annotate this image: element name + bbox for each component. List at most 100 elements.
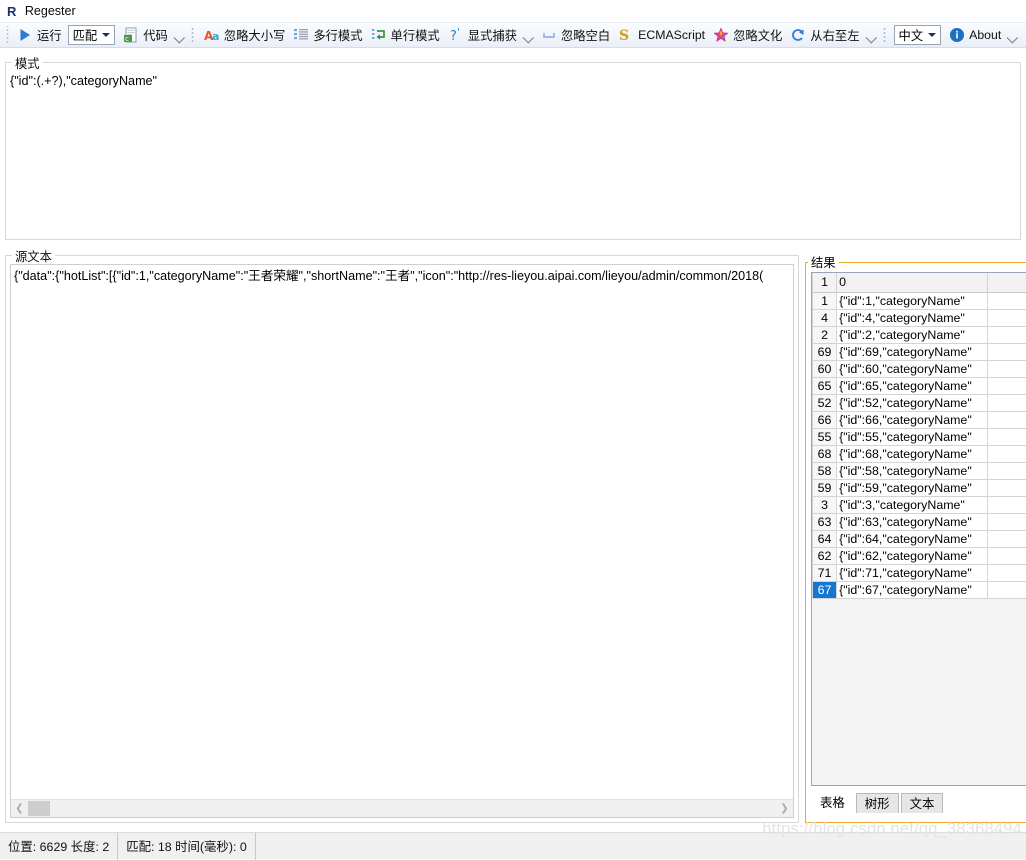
chevron-down-icon: [102, 33, 110, 37]
row-index-cell[interactable]: 66: [813, 411, 837, 428]
explicit-capture-toggle[interactable]: ? ' 显式捕获: [445, 25, 520, 46]
row-index-cell[interactable]: 2: [813, 326, 837, 343]
table-row[interactable]: 52{"id":52,"categoryName": [813, 394, 1026, 411]
column-header-pad[interactable]: [987, 273, 1026, 292]
toolbar-separator-1: [191, 27, 197, 44]
table-row[interactable]: 64{"id":64,"categoryName": [813, 530, 1026, 547]
row-index-cell[interactable]: 67: [813, 581, 837, 598]
row-value-cell[interactable]: {"id":69,"categoryName": [837, 343, 988, 360]
singleline-toggle[interactable]: 单行模式: [368, 25, 443, 46]
row-value-cell[interactable]: {"id":68,"categoryName": [837, 445, 988, 462]
row-value-cell[interactable]: {"id":71,"categoryName": [837, 564, 988, 581]
row-index-cell[interactable]: 3: [813, 496, 837, 513]
whitespace-icon: [541, 27, 557, 43]
result-tab-1[interactable]: 表格: [811, 791, 854, 813]
row-index-cell[interactable]: 58: [813, 462, 837, 479]
scroll-right-icon[interactable]: ❯: [776, 801, 793, 817]
ecmascript-toggle[interactable]: S ECMAScript: [615, 25, 708, 46]
row-value-cell[interactable]: {"id":1,"categoryName": [837, 292, 988, 309]
row-value-cell[interactable]: {"id":67,"categoryName": [837, 581, 988, 598]
table-row[interactable]: 60{"id":60,"categoryName": [813, 360, 1026, 377]
scrollbar-track[interactable]: [50, 801, 776, 816]
question-mark-icon: ? ': [448, 27, 464, 43]
row-value-cell[interactable]: {"id":62,"categoryName": [837, 547, 988, 564]
table-row[interactable]: 4{"id":4,"categoryName": [813, 309, 1026, 326]
row-value-cell[interactable]: {"id":63,"categoryName": [837, 513, 988, 530]
table-row[interactable]: 62{"id":62,"categoryName": [813, 547, 1026, 564]
scrollbar-thumb[interactable]: [28, 801, 50, 816]
table-row[interactable]: 63{"id":63,"categoryName": [813, 513, 1026, 530]
row-value-cell[interactable]: {"id":64,"categoryName": [837, 530, 988, 547]
mode-dropdown[interactable]: 匹配: [68, 25, 116, 45]
row-value-cell[interactable]: {"id":65,"categoryName": [837, 377, 988, 394]
about-button-label: About: [969, 28, 1001, 42]
toolbar-overflow-button-3[interactable]: [867, 26, 877, 44]
table-row[interactable]: 59{"id":59,"categoryName": [813, 479, 1026, 496]
table-row[interactable]: 55{"id":55,"categoryName": [813, 428, 1026, 445]
row-pad-cell: [987, 564, 1026, 581]
result-tab-3[interactable]: 文本: [901, 793, 944, 813]
row-index-cell[interactable]: 59: [813, 479, 837, 496]
row-index-cell[interactable]: 64: [813, 530, 837, 547]
window-title: Regester: [25, 4, 76, 18]
row-value-cell[interactable]: {"id":2,"categoryName": [837, 326, 988, 343]
right-to-left-toggle[interactable]: 从右至左: [787, 25, 862, 46]
code-button[interactable]: c 代码: [120, 25, 171, 46]
table-row[interactable]: 67{"id":67,"categoryName": [813, 581, 1026, 598]
multiline-toggle[interactable]: 多行模式: [290, 25, 365, 46]
row-index-cell[interactable]: 62: [813, 547, 837, 564]
table-row[interactable]: 1{"id":1,"categoryName": [813, 292, 1026, 309]
toolbar-overflow-button-4[interactable]: [1008, 26, 1018, 44]
table-row[interactable]: 2{"id":2,"categoryName": [813, 326, 1026, 343]
about-button[interactable]: About: [946, 25, 1004, 46]
table-row[interactable]: 66{"id":66,"categoryName": [813, 411, 1026, 428]
row-value-cell[interactable]: {"id":55,"categoryName": [837, 428, 988, 445]
scroll-left-icon[interactable]: ❮: [11, 801, 28, 817]
table-row[interactable]: 69{"id":69,"categoryName": [813, 343, 1026, 360]
row-index-cell[interactable]: 4: [813, 309, 837, 326]
toolbar-grip[interactable]: [4, 26, 11, 44]
result-groupbox-topline: [852, 262, 1026, 263]
column-header-index[interactable]: 1: [813, 273, 837, 292]
source-horizontal-scrollbar[interactable]: ❮ ❯: [11, 799, 793, 817]
table-row[interactable]: 68{"id":68,"categoryName": [813, 445, 1026, 462]
row-index-cell[interactable]: 68: [813, 445, 837, 462]
result-grid[interactable]: 1 0 1{"id":1,"categoryName"4{"id":4,"cat…: [811, 272, 1026, 786]
run-button[interactable]: 运行: [14, 25, 65, 46]
row-value-cell[interactable]: {"id":58,"categoryName": [837, 462, 988, 479]
ignore-whitespace-toggle[interactable]: 忽略空白: [538, 25, 613, 46]
language-dropdown[interactable]: 中文: [894, 25, 942, 45]
table-row[interactable]: 65{"id":65,"categoryName": [813, 377, 1026, 394]
svg-text:': ': [457, 27, 460, 38]
row-value-cell[interactable]: {"id":60,"categoryName": [837, 360, 988, 377]
toolbar-overflow-button-2[interactable]: [524, 26, 534, 44]
row-value-cell[interactable]: {"id":59,"categoryName": [837, 479, 988, 496]
table-row[interactable]: 58{"id":58,"categoryName": [813, 462, 1026, 479]
result-groupbox: 结果 1 0 1{"id":1,"categoryName"4{"id":4,"…: [805, 255, 1026, 823]
row-index-cell[interactable]: 1: [813, 292, 837, 309]
toolbar-overflow-button-1[interactable]: [175, 26, 185, 44]
row-value-cell[interactable]: {"id":4,"categoryName": [837, 309, 988, 326]
table-row[interactable]: 71{"id":71,"categoryName": [813, 564, 1026, 581]
row-index-cell[interactable]: 52: [813, 394, 837, 411]
table-row[interactable]: 3{"id":3,"categoryName": [813, 496, 1026, 513]
row-index-cell[interactable]: 63: [813, 513, 837, 530]
svg-text:?: ?: [450, 29, 457, 43]
ignore-case-icon: A a: [204, 27, 220, 43]
row-value-cell[interactable]: {"id":66,"categoryName": [837, 411, 988, 428]
row-value-cell[interactable]: {"id":3,"categoryName": [837, 496, 988, 513]
row-index-cell[interactable]: 65: [813, 377, 837, 394]
ignore-culture-toggle[interactable]: 忽略文化: [710, 25, 785, 46]
right-to-left-label: 从右至左: [810, 26, 859, 44]
run-button-label: 运行: [37, 26, 62, 44]
pattern-input[interactable]: {"id":(.+?),"categoryName": [7, 70, 1019, 238]
source-text-input[interactable]: {"data":{"hotList":[{"id":1,"categoryNam…: [10, 264, 794, 818]
row-index-cell[interactable]: 60: [813, 360, 837, 377]
column-header-value[interactable]: 0: [837, 273, 988, 292]
row-index-cell[interactable]: 69: [813, 343, 837, 360]
row-value-cell[interactable]: {"id":52,"categoryName": [837, 394, 988, 411]
result-tab-2[interactable]: 树形: [856, 793, 899, 813]
row-index-cell[interactable]: 55: [813, 428, 837, 445]
row-index-cell[interactable]: 71: [813, 564, 837, 581]
ignore-case-toggle[interactable]: A a 忽略大小写: [201, 25, 289, 46]
